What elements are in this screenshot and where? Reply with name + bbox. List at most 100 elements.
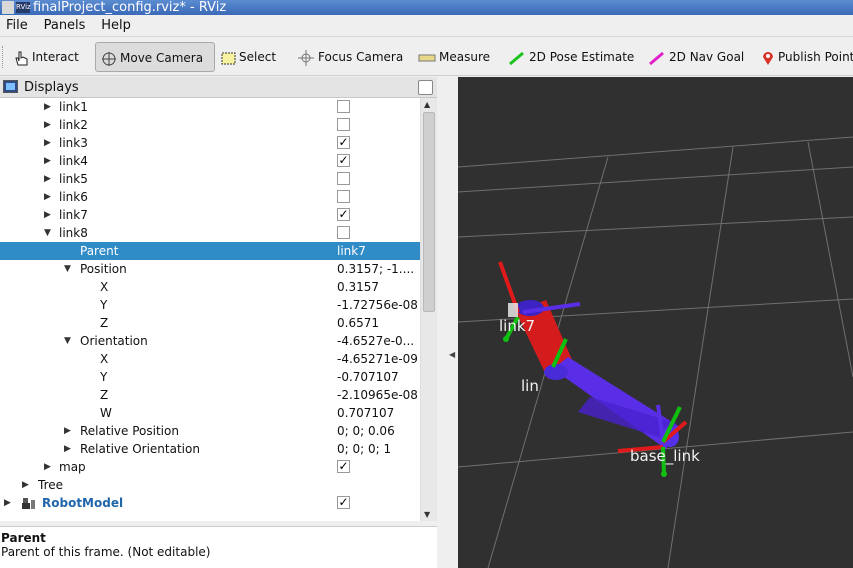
window-titlebar: RViz finalProject_config.rviz* - RViz bbox=[0, 0, 853, 15]
map-checkbox[interactable]: ✓ bbox=[337, 460, 350, 473]
tree-row-position-z[interactable]: Z 0.6571 bbox=[0, 314, 420, 332]
tree-row-orientation-x[interactable]: X -4.65271e-09 bbox=[0, 350, 420, 368]
tree-row-link8[interactable]: ▼ link8 bbox=[0, 224, 420, 242]
row-value: 0; 0; 0.06 bbox=[337, 424, 395, 438]
robotmodel-checkbox[interactable]: ✓ bbox=[337, 496, 350, 509]
expand-arrow-icon[interactable]: ▶ bbox=[44, 134, 51, 152]
row-name: Y bbox=[100, 298, 108, 312]
hand-pointer-icon bbox=[15, 51, 28, 65]
interact-tool-button[interactable]: Interact bbox=[8, 42, 79, 72]
map-pin-icon bbox=[763, 51, 773, 65]
panel-float-button[interactable] bbox=[418, 80, 433, 95]
link6-checkbox[interactable] bbox=[337, 190, 350, 203]
row-name: link6 bbox=[59, 190, 88, 204]
move-camera-tool-button[interactable]: Move Camera bbox=[95, 42, 215, 72]
expand-arrow-icon[interactable]: ▶ bbox=[44, 116, 51, 134]
expand-arrow-icon[interactable]: ▶ bbox=[44, 188, 51, 206]
scroll-down-arrow-icon[interactable]: ▼ bbox=[424, 510, 430, 519]
move-camera-tool-label: Move Camera bbox=[120, 51, 204, 65]
window-menu-button[interactable] bbox=[2, 1, 14, 14]
row-value: 0.3157 bbox=[337, 280, 379, 294]
displays-tree[interactable]: ▶ link1 ▶ link2 ▶ link3 ✓ ▶ link4 ✓ ▶ li… bbox=[0, 98, 421, 521]
collapse-left-arrow-icon[interactable]: ◀ bbox=[449, 350, 455, 359]
expand-arrow-icon[interactable]: ▶ bbox=[44, 170, 51, 188]
link4-checkbox[interactable]: ✓ bbox=[337, 154, 350, 167]
link1-checkbox[interactable] bbox=[337, 100, 350, 113]
publish-point-tool-button[interactable]: Publish Point bbox=[756, 42, 853, 72]
tree-row-relative-position[interactable]: ▶ Relative Position 0; 0; 0.06 bbox=[0, 422, 420, 440]
tree-row-link4[interactable]: ▶ link4 ✓ bbox=[0, 152, 420, 170]
row-value: 0.707107 bbox=[337, 406, 395, 420]
row-name: link5 bbox=[59, 172, 88, 186]
tree-row-link5[interactable]: ▶ link5 bbox=[0, 170, 420, 188]
row-name: X bbox=[100, 280, 109, 294]
row-name: Parent bbox=[80, 244, 119, 258]
expand-arrow-icon[interactable]: ▶ bbox=[22, 476, 29, 494]
expand-arrow-icon[interactable]: ▶ bbox=[44, 458, 51, 476]
link5-checkbox[interactable] bbox=[337, 172, 350, 185]
collapse-arrow-icon[interactable]: ▼ bbox=[44, 224, 51, 242]
expand-arrow-icon[interactable]: ▶ bbox=[4, 494, 11, 512]
link3-checkbox[interactable]: ✓ bbox=[337, 136, 350, 149]
monitor-icon bbox=[3, 80, 18, 93]
tree-row-link3[interactable]: ▶ link3 ✓ bbox=[0, 134, 420, 152]
tree-row-robotmodel[interactable]: ▶ RobotModel ✓ bbox=[0, 494, 420, 512]
move-camera-icon bbox=[102, 51, 116, 66]
tree-row-link7[interactable]: ▶ link7 ✓ bbox=[0, 206, 420, 224]
tree-row-map[interactable]: ▶ map ✓ bbox=[0, 458, 420, 476]
tree-row-orientation-w[interactable]: W 0.707107 bbox=[0, 404, 420, 422]
tree-row-link6[interactable]: ▶ link6 bbox=[0, 188, 420, 206]
measure-tool-button[interactable]: Measure bbox=[413, 42, 490, 72]
link7-checkbox[interactable]: ✓ bbox=[337, 208, 350, 221]
tree-row-position[interactable]: ▼ Position 0.3157; -1.... bbox=[0, 260, 420, 278]
menu-panels[interactable]: Panels bbox=[38, 15, 92, 34]
select-tool-button[interactable]: Select bbox=[215, 42, 276, 72]
frame-label-base-link: base_link bbox=[630, 447, 700, 465]
row-name: Tree bbox=[38, 478, 64, 492]
magenta-arrow-icon bbox=[649, 51, 664, 65]
interact-tool-label: Interact bbox=[32, 50, 79, 64]
expand-arrow-icon[interactable]: ▶ bbox=[44, 152, 51, 170]
select-box-icon bbox=[221, 52, 236, 64]
link8-checkbox[interactable] bbox=[337, 226, 350, 239]
tree-row-parent[interactable]: Parent link7 bbox=[0, 242, 420, 260]
tree-scrollbar[interactable]: ▲ ▼ bbox=[421, 98, 437, 521]
tree-row-orientation[interactable]: ▼ Orientation -4.6527e-0... bbox=[0, 332, 420, 350]
scroll-up-arrow-icon[interactable]: ▲ bbox=[424, 100, 430, 109]
expand-arrow-icon[interactable]: ▶ bbox=[64, 422, 71, 440]
row-name: RobotModel bbox=[42, 496, 124, 510]
2d-pose-estimate-tool-button[interactable]: 2D Pose Estimate bbox=[503, 42, 634, 72]
expand-arrow-icon[interactable]: ▶ bbox=[64, 440, 71, 458]
row-name: link1 bbox=[59, 100, 88, 114]
tree-row-link1[interactable]: ▶ link1 bbox=[0, 98, 420, 116]
publish-point-tool-label: Publish Point bbox=[778, 50, 853, 64]
tree-row-tree[interactable]: ▶ Tree bbox=[0, 476, 420, 494]
panel-splitter[interactable]: ◀ bbox=[437, 77, 458, 568]
tree-row-orientation-z[interactable]: Z -2.10965e-08 bbox=[0, 386, 420, 404]
row-name: W bbox=[100, 406, 112, 420]
row-name: Position bbox=[80, 262, 127, 276]
tree-row-link2[interactable]: ▶ link2 bbox=[0, 116, 420, 134]
toolbar-grip[interactable] bbox=[2, 46, 5, 68]
focus-camera-tool-button[interactable]: Focus Camera bbox=[292, 42, 403, 72]
frame-label-link: lin bbox=[521, 377, 539, 395]
tree-row-relative-orientation[interactable]: ▶ Relative Orientation 0; 0; 0; 1 bbox=[0, 440, 420, 458]
frame-label-link7: link7 bbox=[499, 317, 536, 335]
menu-file[interactable]: File bbox=[0, 15, 34, 34]
expand-arrow-icon[interactable]: ▶ bbox=[44, 98, 51, 116]
3d-viewport[interactable]: link7 lin base_link bbox=[458, 77, 853, 568]
tree-row-orientation-y[interactable]: Y -0.707107 bbox=[0, 368, 420, 386]
link2-checkbox[interactable] bbox=[337, 118, 350, 131]
description-text: Parent of this frame. (Not editable) bbox=[1, 545, 211, 559]
menu-help[interactable]: Help bbox=[95, 15, 137, 34]
expand-arrow-icon[interactable]: ▶ bbox=[44, 206, 51, 224]
2d-nav-goal-tool-button[interactable]: 2D Nav Goal bbox=[643, 42, 744, 72]
collapse-arrow-icon[interactable]: ▼ bbox=[64, 260, 71, 278]
row-name: Z bbox=[100, 316, 109, 330]
tree-row-position-x[interactable]: X 0.3157 bbox=[0, 278, 420, 296]
collapse-arrow-icon[interactable]: ▼ bbox=[64, 332, 71, 350]
scrollbar-thumb[interactable] bbox=[423, 112, 435, 312]
row-name: map bbox=[59, 460, 86, 474]
tree-row-position-y[interactable]: Y -1.72756e-08 bbox=[0, 296, 420, 314]
row-name: Orientation bbox=[80, 334, 148, 348]
